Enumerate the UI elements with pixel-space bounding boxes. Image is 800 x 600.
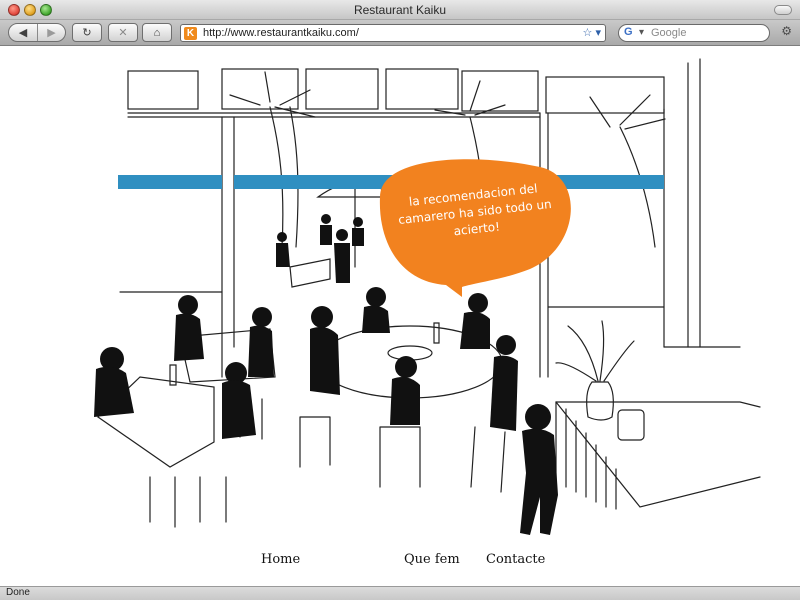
forward-arrow-icon: ▶ (47, 27, 56, 39)
site-favicon-icon: K (184, 27, 197, 40)
bookmarks-icon[interactable]: ⚙ (781, 24, 792, 38)
back-button[interactable]: ◀ (9, 24, 37, 41)
nav-contacte-label: Contacte (486, 552, 546, 567)
nav-que-fem-link[interactable]: Que fem (404, 552, 460, 567)
address-bar[interactable]: K http://www.restaurantkaiku.com/ ☆ ▾ (180, 24, 606, 42)
window-pane (127, 70, 199, 110)
stop-icon: ✕ (118, 27, 128, 39)
site-navigation: Home Qui som Que fem Contacte (0, 550, 800, 574)
home-button[interactable]: ⌂ (142, 23, 172, 42)
search-engine-dropdown-icon[interactable]: ▾ (639, 27, 644, 38)
forward-button[interactable]: ▶ (37, 24, 65, 41)
window-title: Restaurant Kaiku (353, 3, 447, 17)
google-engine-icon[interactable]: G (624, 26, 633, 38)
window-pane (221, 68, 299, 110)
address-bar-url[interactable]: http://www.restaurantkaiku.com/ (203, 27, 359, 39)
window-pane (385, 68, 459, 110)
nav-home-link[interactable]: Home (261, 552, 300, 567)
reload-icon: ↻ (82, 27, 92, 39)
window-pane (305, 68, 379, 110)
restaurant-illustration (94, 58, 761, 535)
sea-strip (118, 175, 222, 189)
nav-home-label: Home (261, 552, 301, 567)
stop-button[interactable]: ✕ (108, 23, 138, 42)
status-bar: Done (0, 586, 800, 600)
nav-que-fem-label: Que fem (404, 552, 460, 567)
window-pane (461, 70, 539, 112)
search-input[interactable]: Google (651, 27, 686, 39)
window-titlebar: Restaurant Kaiku (0, 0, 800, 20)
window-pane (545, 76, 665, 114)
reload-button[interactable]: ↻ (72, 23, 102, 42)
toolbar-toggle-button[interactable] (774, 5, 792, 15)
home-icon: ⌂ (153, 26, 161, 39)
back-forward-control: ◀ ▶ (8, 23, 66, 42)
nav-qui-som-label: Qui som (328, 552, 383, 567)
rss-star-icon[interactable]: ☆ ▾ (583, 26, 601, 39)
nav-qui-som-link[interactable]: Qui som (323, 552, 388, 570)
search-field[interactable]: G ▾ Google (618, 24, 770, 42)
page-viewport: la recomendacion del camarero ha sido to… (0, 47, 800, 586)
nav-contacte-link[interactable]: Contacte (486, 552, 545, 567)
browser-toolbar: ◀ ▶ ↻ ✕ ⌂ K http://www.restaurantkaiku.c… (0, 20, 800, 46)
status-text: Done (6, 587, 30, 598)
back-arrow-icon: ◀ (18, 27, 28, 39)
